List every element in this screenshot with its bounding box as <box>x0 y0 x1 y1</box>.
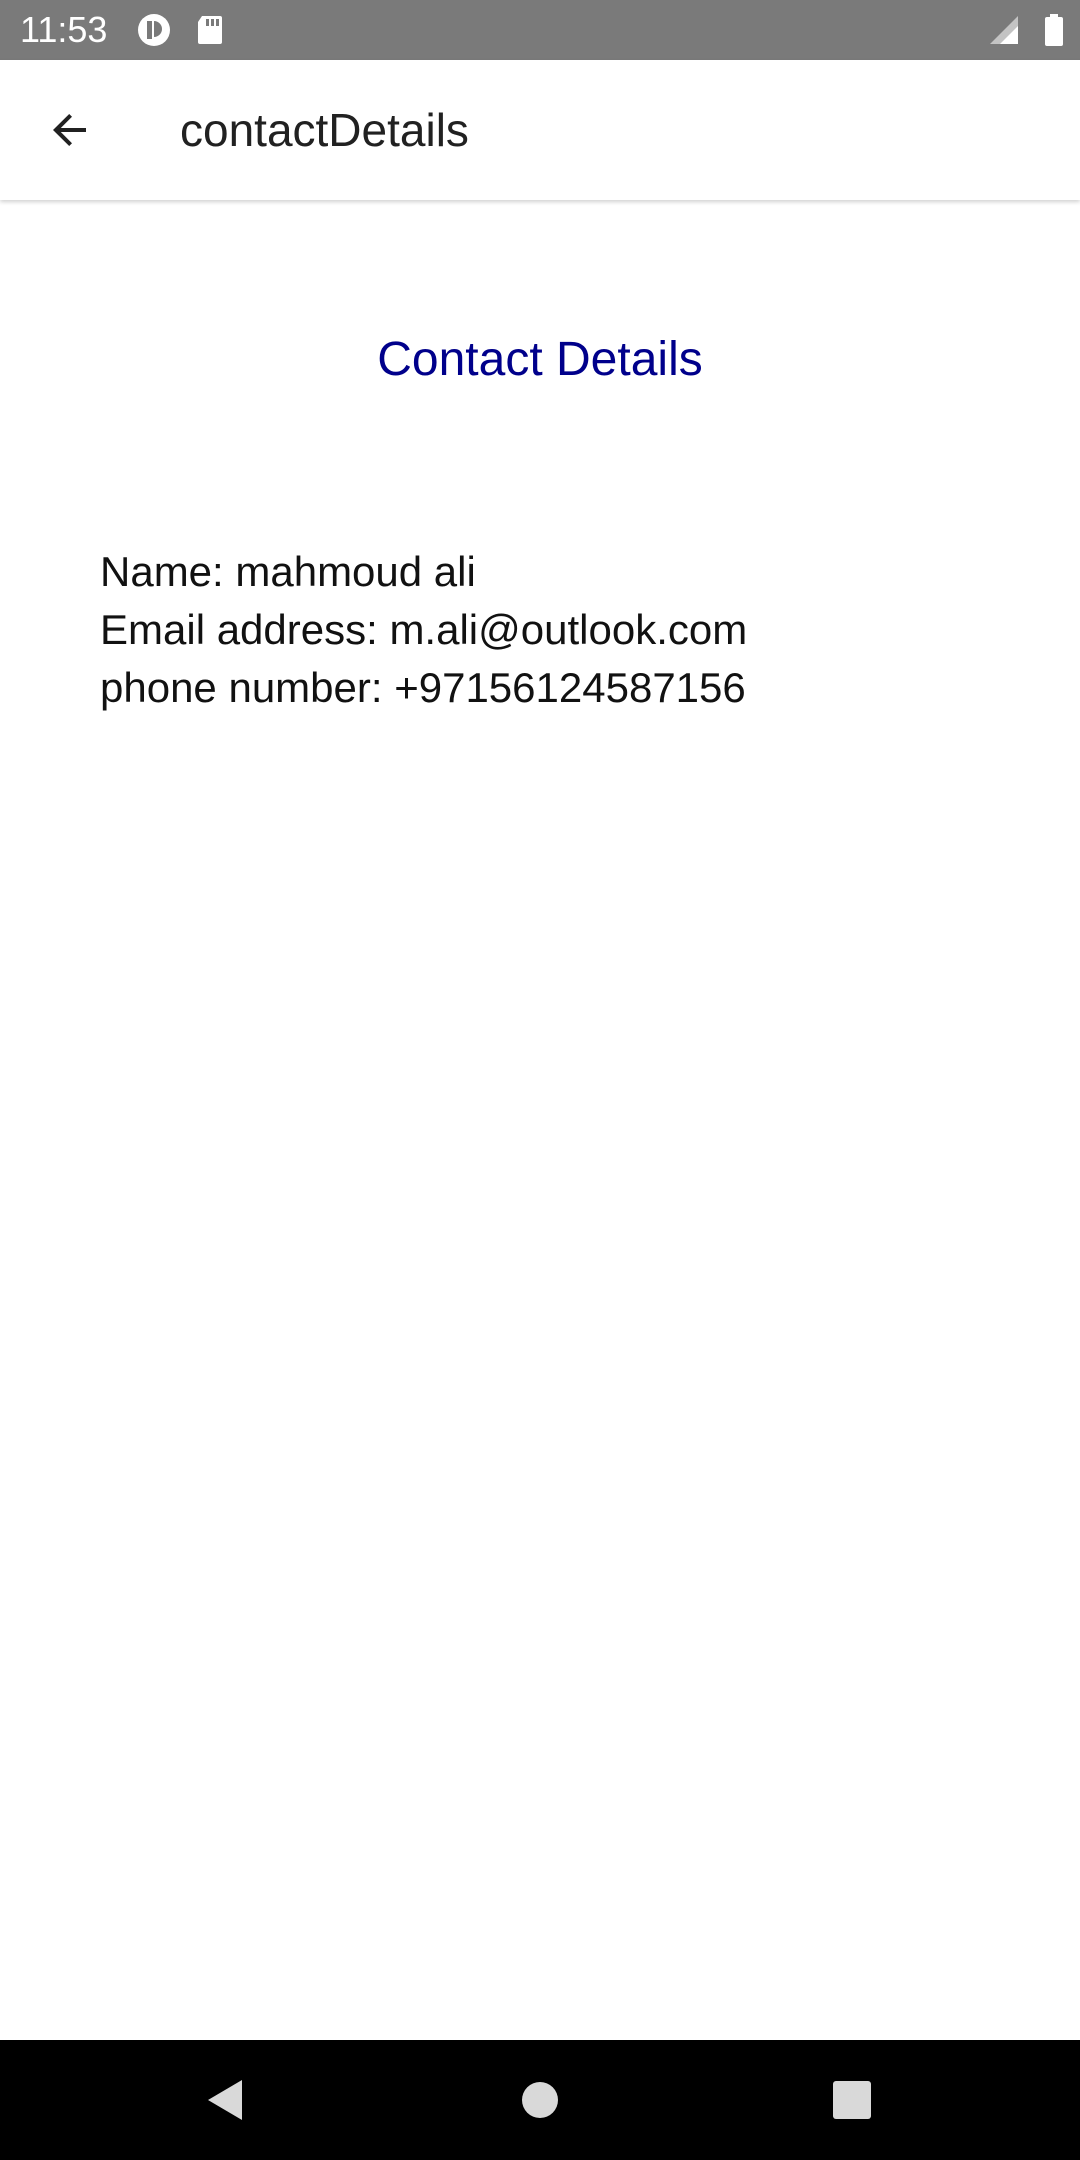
app-bar-title: contactDetails <box>180 104 469 156</box>
home-circle-icon <box>522 2082 558 2118</box>
sd-card-icon <box>192 12 228 48</box>
recents-square-icon <box>833 2081 871 2119</box>
nav-home-button[interactable] <box>510 2070 570 2130</box>
contact-details-screen: 11:53 contactDetails Contact Details Nam… <box>0 0 1080 2160</box>
signal-icon <box>986 12 1022 48</box>
contact-name: Name: mahmoud ali <box>100 548 476 595</box>
nav-recents-button[interactable] <box>822 2070 882 2130</box>
status-time: 11:53 <box>20 9 108 50</box>
nav-back-button[interactable] <box>196 2070 256 2130</box>
contact-email: Email address: m.ali@outlook.com <box>100 606 748 653</box>
contact-details-text: Name: mahmoud ali Email address: m.ali@o… <box>100 543 1000 717</box>
app-notification-icon <box>136 12 172 48</box>
app-bar: contactDetails <box>0 60 1080 200</box>
battery-icon <box>1036 12 1072 48</box>
back-arrow-icon <box>53 114 86 146</box>
status-bar: 11:53 <box>0 0 1080 60</box>
contact-phone: phone number: +97156124587156 <box>100 664 746 711</box>
page-heading: Contact Details <box>377 333 703 386</box>
navigation-bar <box>0 2040 1080 2160</box>
back-button[interactable] <box>30 90 110 170</box>
back-triangle-icon <box>208 2080 242 2120</box>
